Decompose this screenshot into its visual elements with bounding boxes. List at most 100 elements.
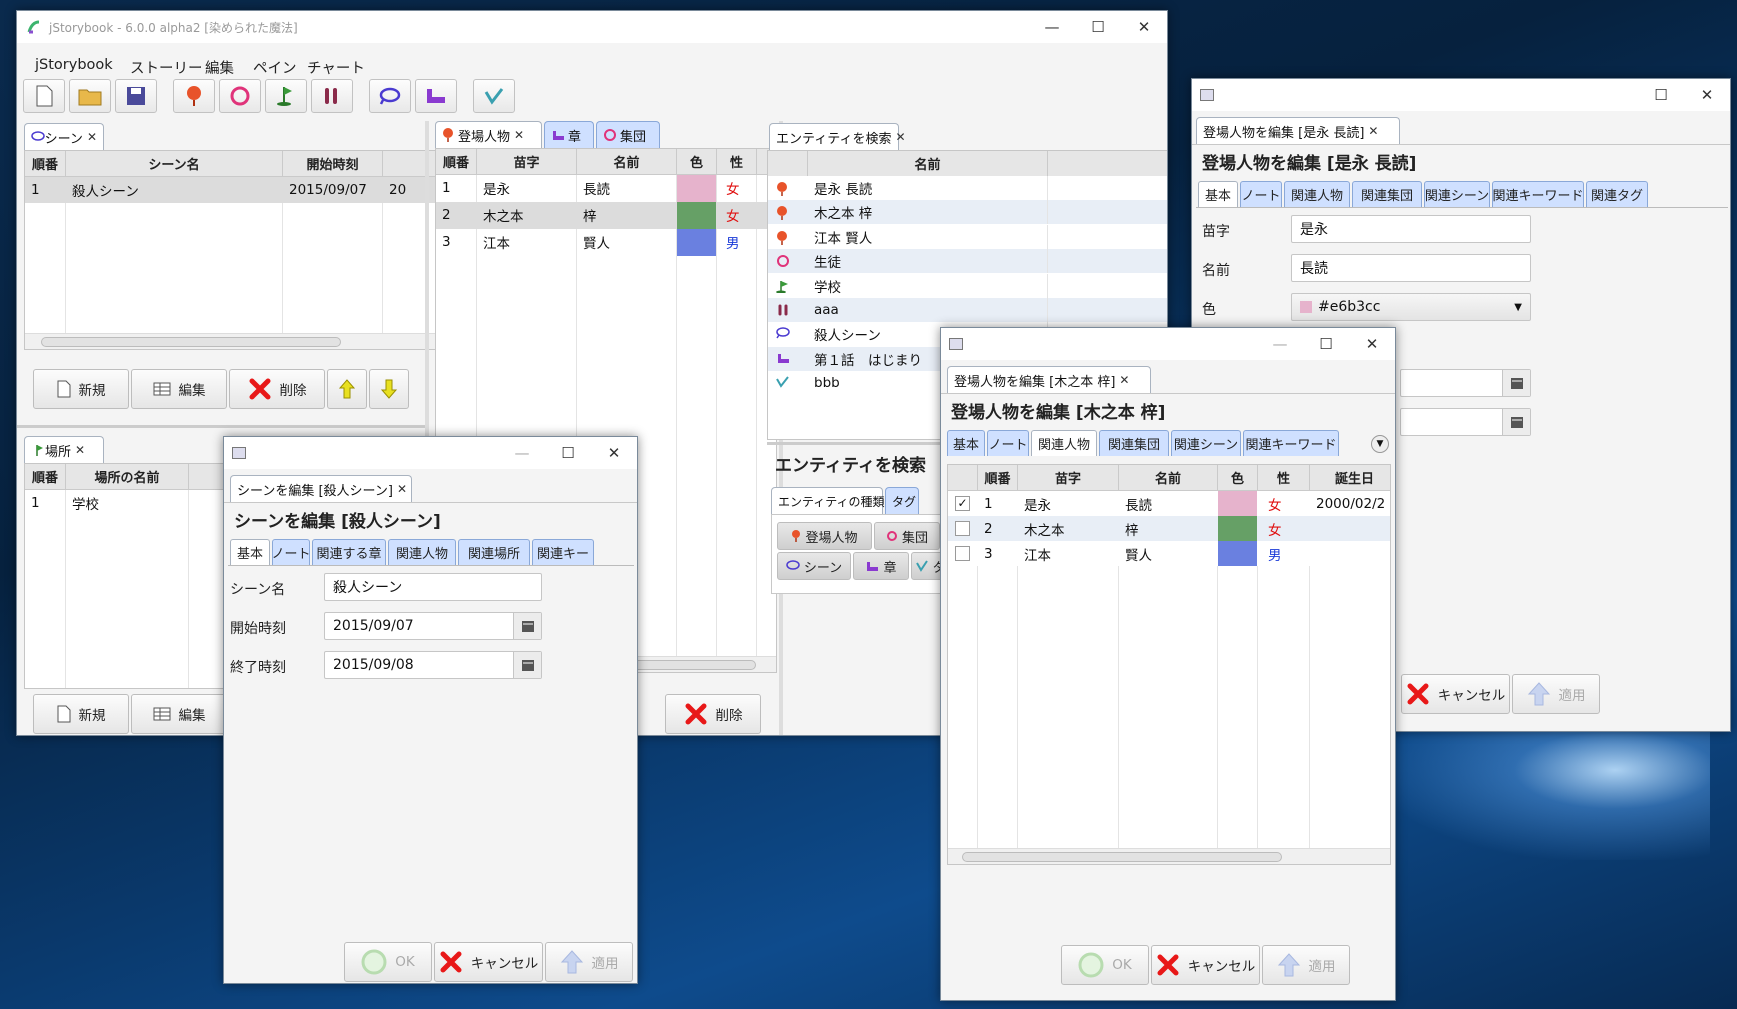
scene-delete-button[interactable]: 削除 <box>229 369 325 409</box>
search-result-row[interactable]: 江本 賢人 <box>768 224 1167 249</box>
menu-edit[interactable]: 編集 <box>205 57 234 78</box>
save-button[interactable] <box>115 79 157 113</box>
col-order[interactable]: 順番 <box>25 151 66 177</box>
col-order[interactable]: 順番 <box>25 464 66 490</box>
apply-button[interactable]: 適用 <box>1262 945 1350 985</box>
start-time-field[interactable]: 2015/09/07 <box>324 612 542 640</box>
close-icon[interactable]: ✕ <box>1119 373 1129 387</box>
type-person-button[interactable]: 登場人物 <box>777 522 872 550</box>
tab-scene_dialog-tabs-5[interactable]: 関連キー <box>532 539 594 565</box>
apply-button[interactable]: 適用 <box>545 942 633 982</box>
tab-person_dialog_1-tabs-2[interactable]: 関連人物 <box>1284 181 1350 207</box>
scene-edit-button[interactable]: 編集 <box>131 369 227 409</box>
tab-edit-person[interactable]: 登場人物を編集 [木之本 梓] ✕ <box>947 366 1151 393</box>
search-result-row[interactable]: 生徒 <box>768 249 1167 274</box>
table-row[interactable]: 1 是永 長読 女 <box>436 175 776 202</box>
tab-person_dialog_2-tabs-4[interactable]: 関連シーン <box>1171 430 1241 456</box>
open-button[interactable] <box>69 79 111 113</box>
tab-search[interactable]: エンティティを検索 ✕ <box>769 123 906 150</box>
apply-button[interactable]: 適用 <box>1512 674 1600 714</box>
tab-person_dialog_1-tabs-4[interactable]: 関連シーン <box>1424 181 1490 207</box>
menu-jstorybook[interactable]: jStorybook <box>35 57 113 73</box>
calendar-button[interactable] <box>513 652 541 678</box>
cancel-button[interactable]: キャンセル <box>1151 945 1260 985</box>
date-field-2[interactable] <box>1400 408 1531 436</box>
close-icon[interactable]: ✕ <box>514 128 524 142</box>
menu-chart[interactable]: チャート <box>307 57 365 78</box>
ok-button[interactable]: OK <box>1061 945 1149 985</box>
cancel-button[interactable]: キャンセル <box>1401 674 1510 714</box>
tab-scene_dialog-tabs-0[interactable]: 基本 <box>230 539 270 565</box>
close-icon[interactable]: ✕ <box>895 130 905 144</box>
move-down-button[interactable] <box>369 369 409 409</box>
new-group-button[interactable] <box>219 79 261 113</box>
new-scene-button[interactable] <box>369 79 411 113</box>
row-checkbox[interactable]: ✓ <box>955 496 970 511</box>
new-chapter-button[interactable] <box>415 79 457 113</box>
col-last-name[interactable]: 苗字 <box>1018 465 1119 491</box>
close-icon[interactable]: ✕ <box>397 482 407 496</box>
new-tag-button[interactable] <box>473 79 515 113</box>
tab-person_dialog_1-tabs-0[interactable]: 基本 <box>1198 181 1238 207</box>
new-location-button[interactable] <box>265 79 307 113</box>
calendar-button[interactable] <box>1502 409 1530 435</box>
row-checkbox[interactable] <box>955 546 970 561</box>
new-item-button[interactable] <box>311 79 353 113</box>
person-delete-button[interactable]: 削除 <box>665 694 761 734</box>
col-color[interactable]: 色 <box>677 149 717 175</box>
col-start-time[interactable]: 開始時刻 <box>283 151 383 177</box>
tab-person_dialog_2-tabs-5[interactable]: 関連キーワード <box>1243 430 1339 456</box>
maximize-icon[interactable]: ☐ <box>545 437 591 469</box>
end-time-field[interactable]: 2015/09/08 <box>324 651 542 679</box>
search-result-row[interactable]: aaa <box>768 298 1167 322</box>
cancel-button[interactable]: キャンセル <box>434 942 543 982</box>
related-hscrollbar[interactable] <box>948 848 1390 864</box>
place-new-button[interactable]: 新規 <box>33 694 129 734</box>
col-first-name[interactable]: 名前 <box>1119 465 1218 491</box>
close-icon[interactable]: ✕ <box>1368 124 1378 138</box>
col-scene-name[interactable]: シーン名 <box>66 151 283 177</box>
tab-scene[interactable]: シーン ✕ <box>24 123 104 150</box>
search-result-row[interactable]: 学校 <box>768 273 1167 298</box>
row-checkbox[interactable] <box>955 521 970 536</box>
new-person-button[interactable] <box>173 79 215 113</box>
tab-scene_dialog-tabs-1[interactable]: ノート <box>272 539 311 565</box>
scene-new-button[interactable]: 新規 <box>33 369 129 409</box>
col-order[interactable]: 順番 <box>978 465 1018 491</box>
type-chapter-button[interactable]: 章 <box>853 552 909 580</box>
col-first-name[interactable]: 名前 <box>577 149 677 175</box>
place-edit-button[interactable]: 編集 <box>131 694 227 734</box>
table-row[interactable]: 1 殺人シーン 2015/09/07 20 <box>25 177 436 203</box>
scene-name-field[interactable]: 殺人シーン <box>324 573 542 601</box>
close-icon[interactable]: ✕ <box>1684 79 1730 111</box>
calendar-button[interactable] <box>513 613 541 639</box>
tab-group[interactable]: 集団 <box>596 121 660 148</box>
table-row[interactable]: ✓ 1 是永 長読 女 2000/02/2 <box>948 491 1390 516</box>
tab-place[interactable]: 場所 ✕ <box>24 436 104 463</box>
col-name[interactable]: 名前 <box>808 151 1048 177</box>
minimize-icon[interactable]: — <box>499 437 545 469</box>
color-picker[interactable]: #e6b3cc ▼ <box>1291 293 1531 321</box>
col-last-name[interactable]: 苗字 <box>477 149 577 175</box>
pane-divider[interactable] <box>17 425 425 428</box>
menu-story[interactable]: ストーリー <box>130 57 203 78</box>
tab-person[interactable]: 登場人物 ✕ <box>435 121 542 148</box>
tab-edit-person[interactable]: 登場人物を編集 [是永 長読] ✕ <box>1196 117 1400 144</box>
tab-person_dialog_1-tabs-5[interactable]: 関連キーワード <box>1492 181 1584 207</box>
tab-scene_dialog-tabs-4[interactable]: 関連場所 <box>458 539 530 565</box>
menu-pane[interactable]: ペイン <box>253 57 297 78</box>
col-sex[interactable]: 性 <box>1258 465 1310 491</box>
type-scene-button[interactable]: シーン <box>777 552 851 580</box>
tab-scene_dialog-tabs-2[interactable]: 関連する章 <box>312 539 386 565</box>
table-row[interactable]: 2 木之本 梓 女 <box>436 202 776 229</box>
tab-person_dialog_2-tabs-2[interactable]: 関連人物 <box>1031 430 1097 456</box>
scene-hscrollbar[interactable] <box>25 333 436 349</box>
type-group-button[interactable]: 集団 <box>874 522 940 550</box>
tab-person_dialog_2-tabs-1[interactable]: ノート <box>987 430 1029 456</box>
close-icon[interactable]: ✕ <box>75 443 85 457</box>
calendar-button[interactable] <box>1502 370 1530 396</box>
tab-person_dialog_1-tabs-1[interactable]: ノート <box>1240 181 1282 207</box>
tab-person_dialog_1-tabs-3[interactable]: 関連集団 <box>1352 181 1422 207</box>
tab-chapter[interactable]: 章 <box>544 121 594 148</box>
tab-tag[interactable]: タグ <box>885 487 919 514</box>
